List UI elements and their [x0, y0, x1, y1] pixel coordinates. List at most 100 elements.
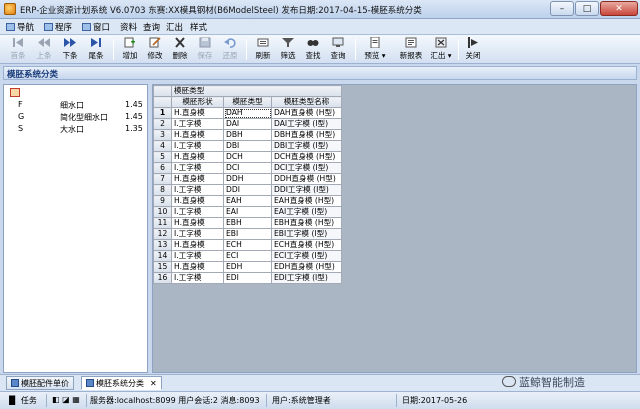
last-record-button[interactable]: 尾条	[84, 37, 108, 62]
cell-type-name[interactable]: EDI工字模 (I型)	[271, 272, 342, 284]
cell-type[interactable]: EBH	[223, 217, 272, 229]
cell-type-name[interactable]: DDH直身模 (H型)	[271, 173, 342, 185]
table-row[interactable]: 1 H.直身模 DAH DAH直身模 (H型)	[153, 107, 342, 119]
tab-close-icon[interactable]: ✕	[150, 379, 157, 388]
cell-type-name[interactable]: DAH直身模 (H型)	[271, 107, 342, 119]
cell-type-name[interactable]: DDI工字模 (I型)	[271, 184, 342, 196]
refresh-button[interactable]: 刷新	[251, 37, 275, 62]
table-row[interactable]: 8 I.工字模 DDI DDI工字模 (I型)	[153, 184, 342, 196]
cell-type-name[interactable]: DBH直身模 (H型)	[271, 129, 342, 141]
cell-shape[interactable]: H.直身模	[171, 151, 224, 163]
preview-button[interactable]: 预览 ▾	[358, 37, 392, 62]
export-button[interactable]: 汇出 ▾	[424, 37, 458, 62]
minimize-button[interactable]: –	[550, 1, 574, 16]
cell-type[interactable]: ECI	[223, 250, 272, 262]
cell-shape[interactable]: I.工字模	[171, 184, 224, 196]
maximize-button[interactable]: □	[575, 1, 599, 16]
cell-type-name[interactable]: DCH直身模 (H型)	[271, 151, 342, 163]
table-row[interactable]: 14 I.工字模 ECI ECI工字模 (I型)	[153, 250, 342, 262]
row-number[interactable]: 15	[153, 261, 172, 273]
cell-shape[interactable]: H.直身模	[171, 195, 224, 207]
cell-type-name[interactable]: ECI工字模 (I型)	[271, 250, 342, 262]
task-button[interactable]: ▐▌ 任务	[6, 395, 37, 406]
undo-button[interactable]: 还原	[218, 37, 242, 62]
tree-row[interactable]: F 细水口 1.45	[18, 100, 146, 112]
menu-item-query[interactable]: 查询	[143, 21, 160, 33]
cell-shape[interactable]: H.直身模	[171, 261, 224, 273]
add-button[interactable]: 增加	[118, 37, 142, 62]
row-number[interactable]: 1	[153, 107, 172, 119]
cell-type-name[interactable]: EAI工字模 (I型)	[271, 206, 342, 218]
row-number[interactable]: 11	[153, 217, 172, 229]
cell-shape[interactable]: I.工字模	[171, 206, 224, 218]
cell-type[interactable]: DBH	[223, 129, 272, 141]
row-number[interactable]: 10	[153, 206, 172, 218]
cell-type-name[interactable]: ECH直身模 (H型)	[271, 239, 342, 251]
row-number[interactable]: 14	[153, 250, 172, 262]
row-number[interactable]: 8	[153, 184, 172, 196]
row-number[interactable]: 16	[153, 272, 172, 284]
table-row[interactable]: 2 I.工字模 DAI DAI工字模 (I型)	[153, 118, 342, 130]
row-number[interactable]: 4	[153, 140, 172, 152]
column-header-type-name[interactable]: 模胚类型名称	[271, 96, 342, 108]
column-header-shape[interactable]: 模胚形状	[171, 96, 224, 108]
cell-type[interactable]: DBI	[223, 140, 272, 152]
table-row[interactable]: 12 I.工字模 EBI EBI工字模 (I型)	[153, 228, 342, 240]
cell-shape[interactable]: I.工字模	[171, 162, 224, 174]
table-row[interactable]: 7 H.直身模 DDH DDH直身模 (H型)	[153, 173, 342, 185]
cell-type-name[interactable]: EBI工字模 (I型)	[271, 228, 342, 240]
filter-button[interactable]: 筛选	[276, 37, 300, 62]
cell-shape[interactable]: I.工字模	[171, 272, 224, 284]
find-button[interactable]: 查找	[301, 37, 325, 62]
tab-mold-system-category[interactable]: 模胚系统分类 ✕	[81, 376, 162, 390]
tree-row[interactable]: S 大水口 1.35	[18, 124, 146, 136]
cell-shape[interactable]: H.直身模	[171, 129, 224, 141]
cell-type[interactable]: EAH	[223, 195, 272, 207]
row-number[interactable]: 7	[153, 173, 172, 185]
row-number[interactable]: 13	[153, 239, 172, 251]
prev-record-button[interactable]: 上条	[32, 37, 56, 62]
tree-row[interactable]: G 简化型细水口 1.45	[18, 112, 146, 124]
save-button[interactable]: 保存	[193, 37, 217, 62]
row-number[interactable]: 2	[153, 118, 172, 130]
close-window-button[interactable]: 关闭	[461, 37, 485, 62]
menu-item-data[interactable]: 资料	[120, 21, 137, 33]
cell-type[interactable]: EAI	[223, 206, 272, 218]
cell-type[interactable]: EDH	[223, 261, 272, 273]
cell-type[interactable]: ECH	[223, 239, 272, 251]
cell-type[interactable]: DCH	[223, 151, 272, 163]
menu-item-nav[interactable]: 导航	[6, 21, 34, 33]
query-button[interactable]: 查询	[326, 37, 350, 62]
cell-type[interactable]: DDH	[223, 173, 272, 185]
cell-shape[interactable]: H.直身模	[171, 217, 224, 229]
cell-type[interactable]: DCI	[223, 162, 272, 174]
table-row[interactable]: 4 I.工字模 DBI DBI工字模 (I型)	[153, 140, 342, 152]
row-number[interactable]: 6	[153, 162, 172, 174]
tab-mold-parts-price[interactable]: 模胚配件单价	[6, 376, 74, 390]
cell-shape[interactable]: I.工字模	[171, 250, 224, 262]
cell-shape[interactable]: I.工字模	[171, 140, 224, 152]
cell-type-name[interactable]: DAI工字模 (I型)	[271, 118, 342, 130]
cell-shape[interactable]: I.工字模	[171, 118, 224, 130]
category-tree[interactable]: F 细水口 1.45 G 简化型细水口 1.45 S 大水口 1.35	[3, 84, 148, 373]
menu-item-style[interactable]: 样式	[190, 21, 207, 33]
table-row[interactable]: 11 H.直身模 EBH EBH直身模 (H型)	[153, 217, 342, 229]
table-row[interactable]: 3 H.直身模 DBH DBH直身模 (H型)	[153, 129, 342, 141]
cell-type-name[interactable]: EDH直身模 (H型)	[271, 261, 342, 273]
table-row[interactable]: 10 I.工字模 EAI EAI工字模 (I型)	[153, 206, 342, 218]
table-row[interactable]: 15 H.直身模 EDH EDH直身模 (H型)	[153, 261, 342, 273]
cell-type[interactable]: DAH	[223, 107, 272, 119]
cell-type-name[interactable]: DCI工字模 (I型)	[271, 162, 342, 174]
row-number[interactable]: 12	[153, 228, 172, 240]
table-row[interactable]: 16 I.工字模 EDI EDI工字模 (I型)	[153, 272, 342, 284]
table-row[interactable]: 5 H.直身模 DCH DCH直身模 (H型)	[153, 151, 342, 163]
cell-shape[interactable]: I.工字模	[171, 228, 224, 240]
cell-type-name[interactable]: DBI工字模 (I型)	[271, 140, 342, 152]
cell-type[interactable]: EBI	[223, 228, 272, 240]
table-row[interactable]: 6 I.工字模 DCI DCI工字模 (I型)	[153, 162, 342, 174]
first-record-button[interactable]: 首条	[6, 37, 30, 62]
cell-shape[interactable]: H.直身模	[171, 239, 224, 251]
table-row[interactable]: 13 H.直身模 ECH ECH直身模 (H型)	[153, 239, 342, 251]
menu-item-program[interactable]: 程序	[44, 21, 72, 33]
delete-button[interactable]: 删除	[168, 37, 192, 62]
